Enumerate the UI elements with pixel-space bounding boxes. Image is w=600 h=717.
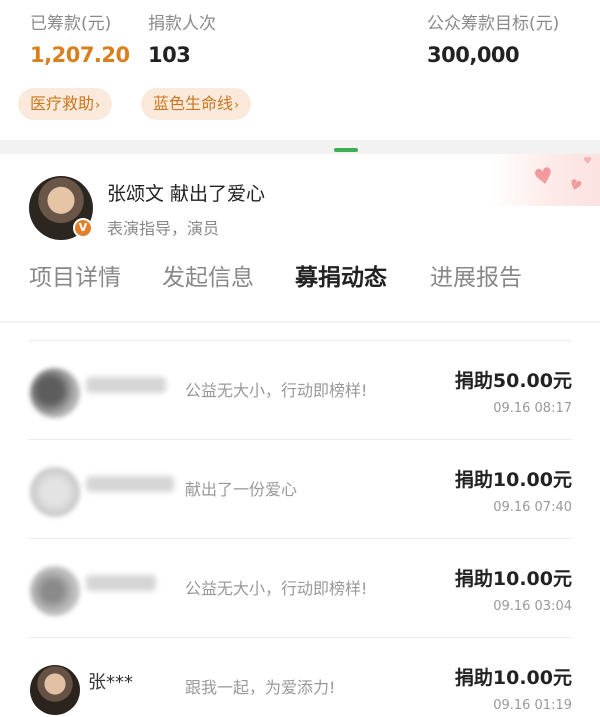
endorsement-card: ♥ ♥ ♥ V 张颂文 献出了爱心 表演指导，演员 项目详情 发起信息 募捐动态… [0,154,600,324]
donors-label: 捐款人次 [148,14,216,34]
chevron-right-icon: › [95,98,101,113]
endorser-title: 表演指导，演员 [107,219,220,238]
tag-medical-aid[interactable]: 医疗救助› [18,88,113,120]
raised-stat: 已筹款(元) 1,207.20 [30,9,130,67]
section-separator [0,140,600,154]
donor-avatar [30,566,80,616]
tag-label: 蓝色生命线 [153,94,234,113]
goal-stat: 公众筹款目标(元) 300,000 [427,9,559,67]
heart-icon: ♥ [567,176,585,196]
stats-header: 已筹款(元) 1,207.20 捐款人次 103 公众筹款目标(元) 300,0… [0,0,600,140]
donor-name-blurred [86,377,166,393]
tab-donation-activity[interactable]: 募捐动态 [295,258,387,292]
donor-message: 献出了一份爱心 [185,480,298,499]
endorser-name: 张颂文 献出了爱心 [107,183,266,205]
list-item[interactable]: 张*** 跟我一起，为爱添力! 捐助10.00元 09.16 01:19 [28,637,572,717]
tab-bar: 项目详情 发起信息 募捐动态 进展报告 [0,258,600,302]
list-item[interactable]: 献出了一份爱心 捐助10.00元 09.16 07:40 [28,439,572,537]
donors-stat: 捐款人次 103 [148,9,216,67]
donors-value: 103 [148,43,191,67]
donation-amount: 捐助10.00元 [454,469,572,491]
donor-name-blurred [86,575,156,591]
tab-initiator-info[interactable]: 发起信息 [162,258,254,292]
donation-amount: 捐助10.00元 [454,568,572,590]
donor-avatar [30,467,80,517]
donor-message: 公益无大小，行动即榜样! [185,381,368,400]
divider [0,321,600,323]
donor-message: 公益无大小，行动即榜样! [185,579,368,598]
goal-value: 300,000 [427,43,520,67]
list-item[interactable]: 公益无大小，行动即榜样! 捐助10.00元 09.16 03:04 [28,538,572,636]
hearts-decoration: ♥ ♥ ♥ [490,154,600,206]
active-tab-indicator [334,148,358,152]
tag-blue-lifeline[interactable]: 蓝色生命线› [141,88,252,120]
list-item[interactable]: 公益无大小，行动即榜样! 捐助50.00元 09.16 08:17 [28,340,572,438]
chevron-right-icon: › [234,98,240,113]
donation-time: 09.16 01:19 [493,698,572,713]
donor-message: 跟我一起，为爱添力! [185,678,336,697]
donor-name: 张*** [88,672,133,693]
donor-avatar [30,665,80,715]
heart-icon: ♥ [583,156,592,167]
donor-avatar [30,368,80,418]
tab-progress-report[interactable]: 进展报告 [430,258,522,292]
heart-icon: ♥ [531,163,557,192]
donation-amount: 捐助50.00元 [454,370,572,392]
goal-label: 公众筹款目标(元) [427,14,560,34]
tag-label: 医疗救助 [30,94,95,113]
raised-label: 已筹款(元) [30,14,112,34]
donation-time: 09.16 03:04 [493,599,572,614]
donation-time: 09.16 07:40 [493,500,572,515]
donation-amount: 捐助10.00元 [454,667,572,689]
donor-name-blurred [86,476,174,492]
tab-project-details[interactable]: 项目详情 [29,258,121,292]
verified-badge-icon: V [73,218,93,238]
raised-value: 1,207.20 [30,43,130,67]
donation-time: 09.16 08:17 [493,401,572,416]
